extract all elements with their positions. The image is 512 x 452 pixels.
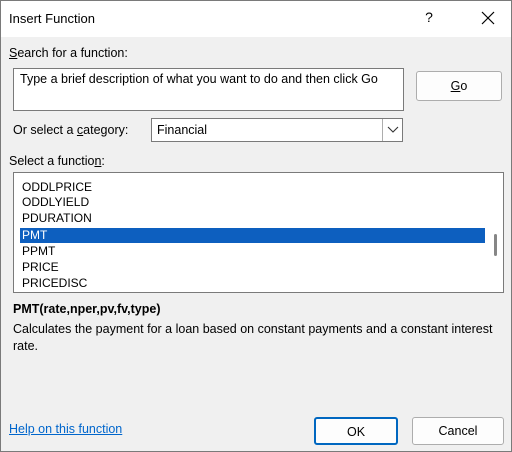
list-item-oddlprice[interactable]: ODDLPRICE <box>20 180 485 195</box>
list-item-oddlyield[interactable]: ODDLYIELD <box>20 195 485 210</box>
function-listbox[interactable]: ODDLPRICE ODDLYIELD PDURATION PMT PPMT P… <box>13 172 504 293</box>
help-on-function-link[interactable]: Help on this function <box>9 422 122 436</box>
list-item-ppmt[interactable]: PPMT <box>20 244 485 259</box>
help-button[interactable]: ? <box>419 9 439 25</box>
title-bar: Insert Function ? <box>1 1 511 37</box>
search-label: Search for a function: <box>9 46 128 60</box>
cancel-button[interactable]: Cancel <box>412 417 504 445</box>
function-signature: PMT(rate,nper,pv,fv,type) <box>13 302 161 316</box>
chevron-down-icon <box>387 126 399 133</box>
list-item-price[interactable]: PRICE <box>20 260 485 275</box>
search-input[interactable]: Type a brief description of what you wan… <box>13 68 404 111</box>
scrollbar-thumb[interactable] <box>494 234 497 256</box>
category-select[interactable]: Financial <box>151 118 403 142</box>
function-description: Calculates the payment for a loan based … <box>13 322 493 353</box>
list-item-pduration[interactable]: PDURATION <box>20 211 485 226</box>
ok-button[interactable]: OK <box>314 417 398 445</box>
function-list-label: Select a function: <box>9 154 105 168</box>
dialog-title: Insert Function <box>9 11 95 26</box>
dropdown-button[interactable] <box>382 119 402 141</box>
category-selected-value: Financial <box>157 123 208 137</box>
list-item-pricedisc[interactable]: PRICEDISC <box>20 276 485 291</box>
close-button[interactable] <box>476 6 500 30</box>
insert-function-dialog: Insert Function ? Search for a function:… <box>0 0 512 452</box>
go-button[interactable]: Go <box>416 71 502 101</box>
list-scrollbar[interactable] <box>489 173 503 292</box>
close-icon <box>481 11 495 25</box>
category-label: Or select a category: <box>13 123 129 137</box>
list-item-pmt[interactable]: PMT <box>20 228 485 243</box>
